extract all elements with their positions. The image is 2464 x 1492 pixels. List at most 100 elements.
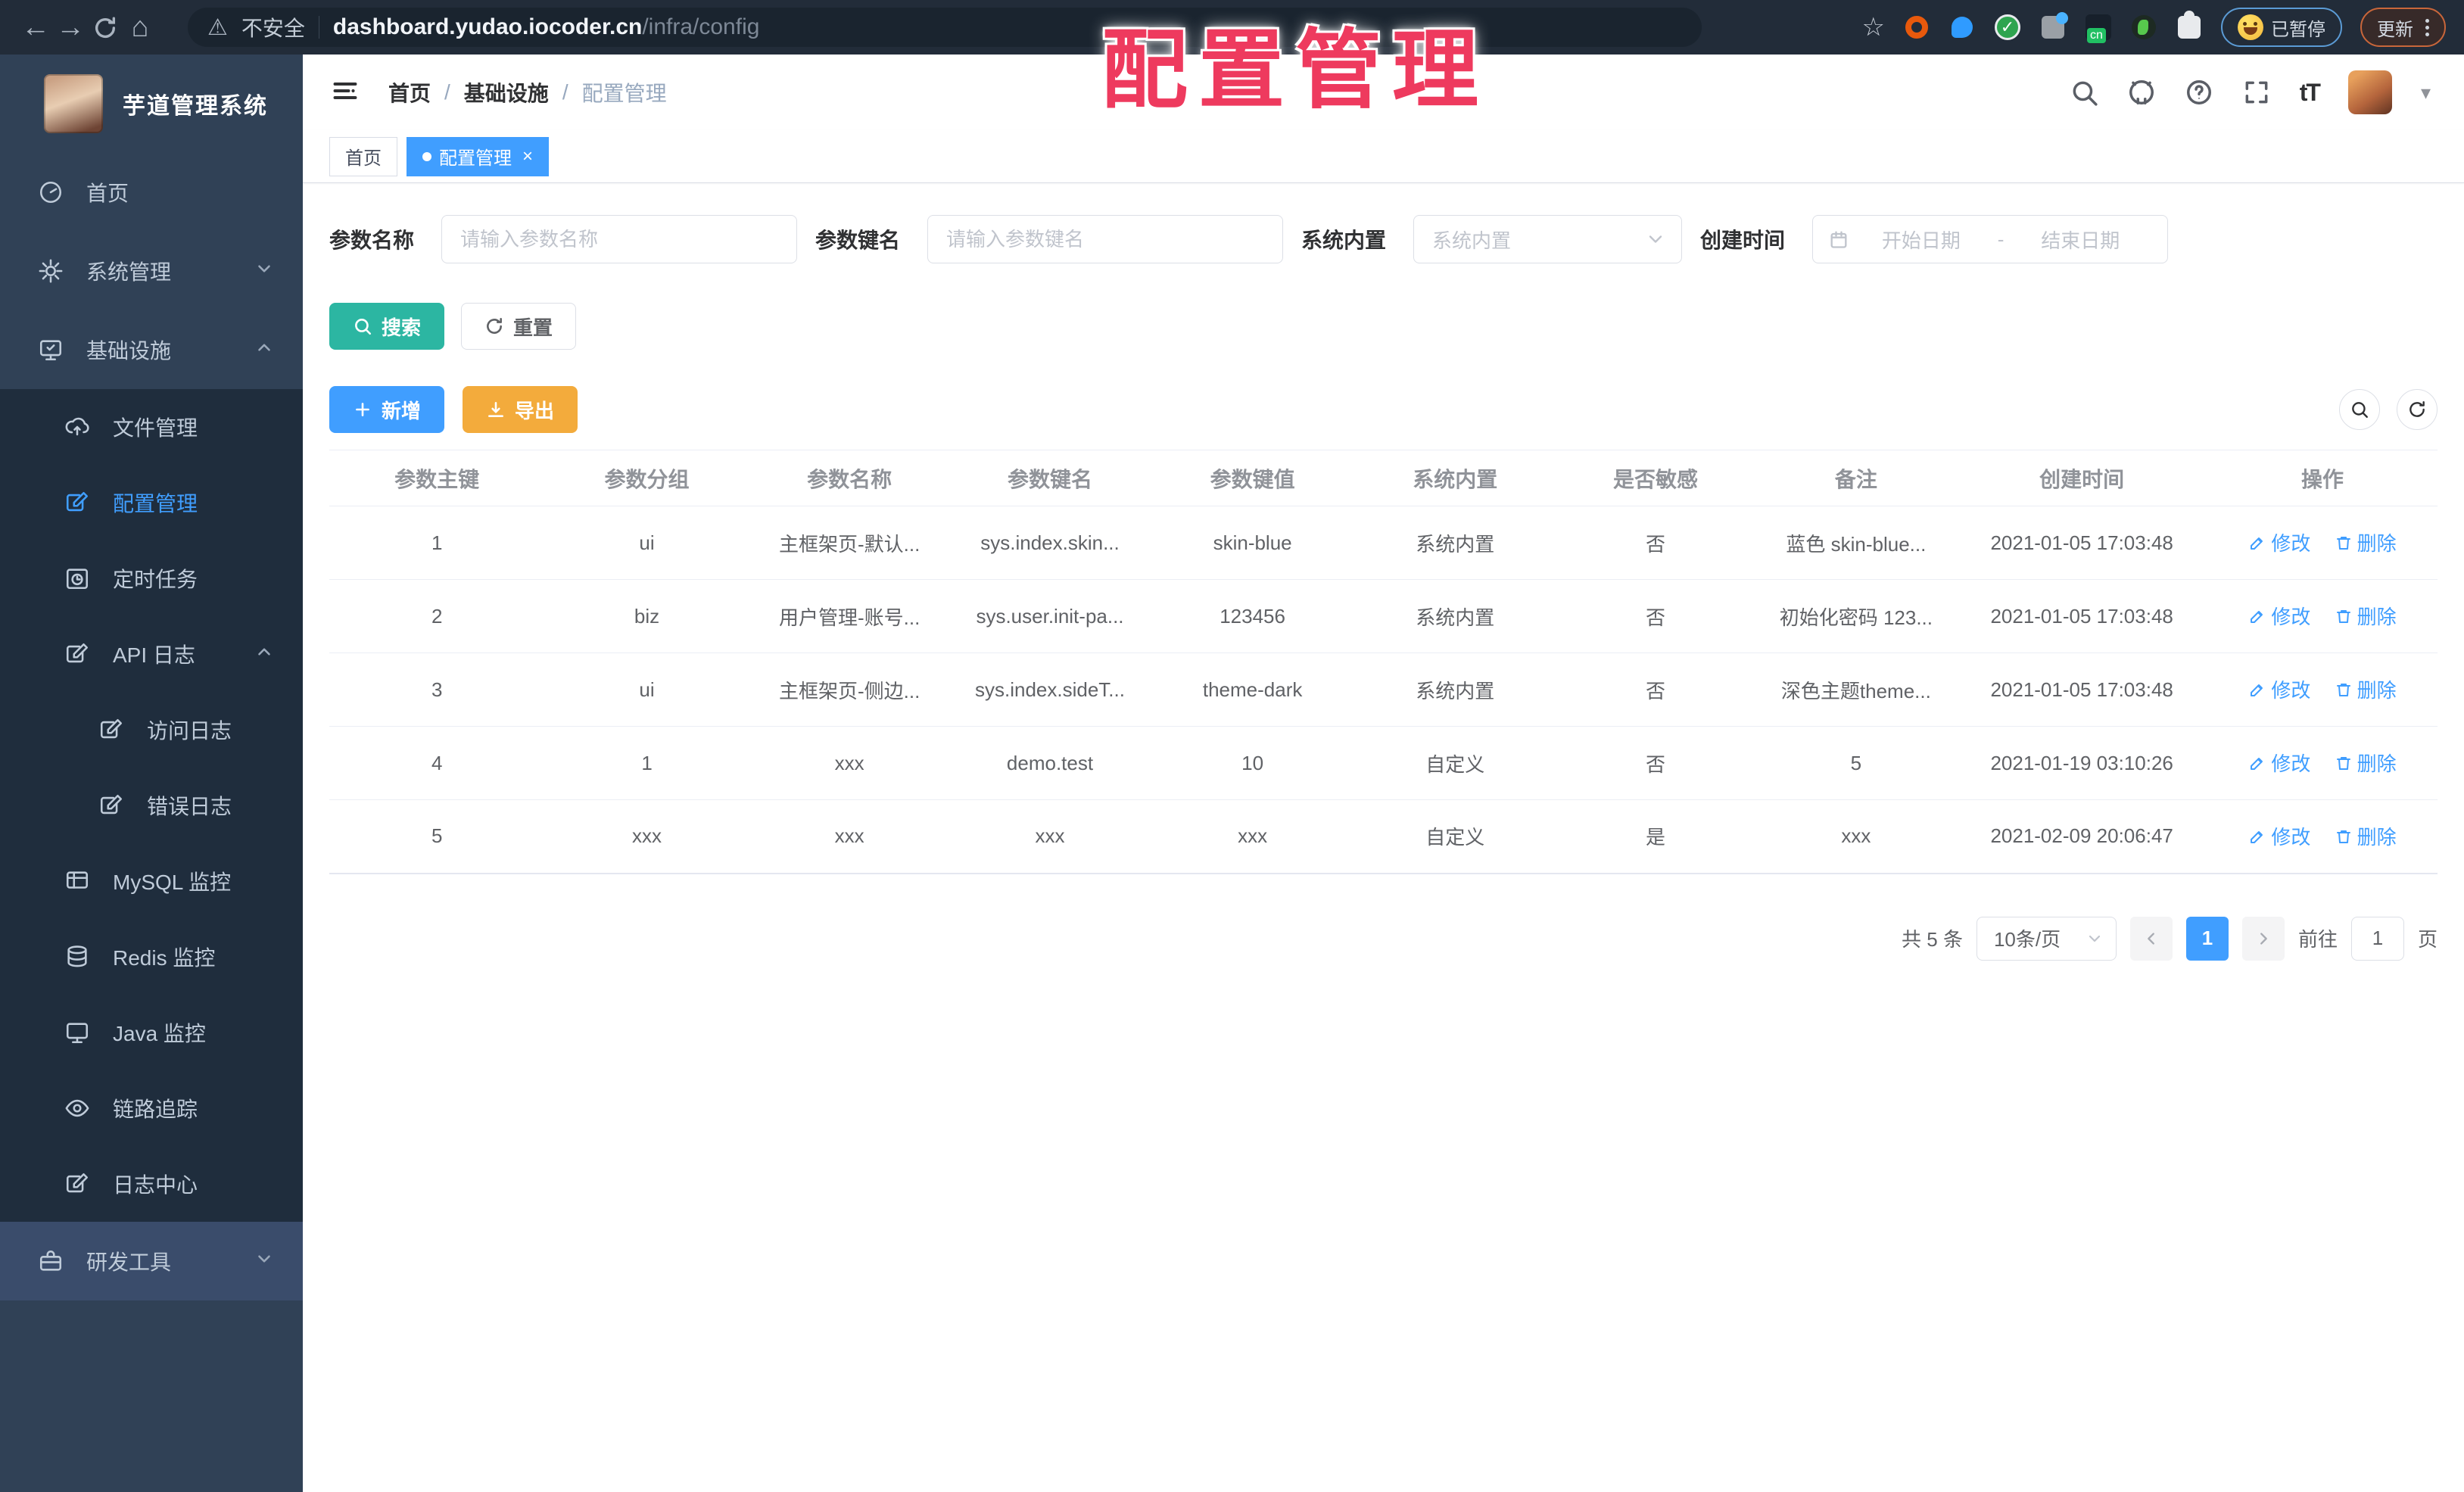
tab-home[interactable]: 首页 (329, 136, 397, 176)
sidebar-item-label: 配置管理 (113, 492, 198, 516)
avatar[interactable] (2347, 70, 2392, 114)
table-grid-icon (64, 868, 90, 894)
extension-cn-icon[interactable] (2085, 14, 2112, 43)
add-button[interactable]: 新增 (329, 386, 445, 433)
back-icon[interactable]: ← (18, 11, 53, 44)
sidebar-item-devtools[interactable]: 研发工具 (0, 1222, 303, 1300)
extension-grid-icon[interactable] (2039, 12, 2068, 41)
cell: 2021-02-09 20:06:47 (1956, 799, 2208, 874)
sidebar-item-files[interactable]: 文件管理 (0, 389, 303, 465)
table-toolbar: 新增 导出 (329, 386, 2438, 433)
cell: sys.index.skin... (949, 506, 1151, 580)
tab-config[interactable]: 配置管理 × (407, 136, 550, 176)
active-dot-icon (422, 151, 431, 161)
paused-label: 已暂停 (2271, 19, 2325, 40)
param-name-input[interactable] (441, 215, 798, 263)
reload-icon[interactable] (88, 11, 123, 44)
sidebar-item-log-center[interactable]: 日志中心 (0, 1146, 303, 1222)
search-icon[interactable] (2070, 78, 2098, 107)
annotation-title-overlay: 配置管理 (1101, 23, 1490, 119)
font-size-icon[interactable]: tT (2300, 79, 2321, 107)
caret-down-icon[interactable]: ▾ (2421, 81, 2431, 104)
add-button-label: 新增 (382, 399, 422, 422)
extension-check-icon[interactable]: ✓ (1994, 14, 2021, 41)
builtin-select[interactable]: 系统内置 (1413, 215, 1683, 263)
sidebar-item-api-log[interactable]: API 日志 (0, 616, 303, 692)
col-header: 参数分组 (544, 450, 749, 506)
page-1-button[interactable]: 1 (2185, 916, 2229, 961)
edit-link[interactable]: 修改 (2248, 602, 2310, 630)
forward-icon[interactable]: → (53, 11, 88, 44)
delete-link[interactable]: 删除 (2335, 822, 2397, 850)
reset-button[interactable]: 重置 (461, 303, 577, 350)
profile-paused-badge[interactable]: 已暂停 (2221, 8, 2342, 47)
sidebar-item-access-log[interactable]: 访问日志 (0, 692, 303, 768)
sidebar-item-error-log[interactable]: 错误日志 (0, 768, 303, 843)
chrome-update-button[interactable]: 更新 (2360, 8, 2446, 47)
toggle-search-button[interactable] (2339, 389, 2380, 430)
extension-leaf-icon[interactable] (2130, 14, 2157, 41)
cell-actions: 修改 删除 (2207, 506, 2438, 580)
bookmark-star-icon[interactable]: ☆ (1862, 12, 1885, 42)
github-icon[interactable] (2127, 78, 2156, 107)
breadcrumb-home[interactable]: 首页 (388, 77, 431, 107)
cell: 2021-01-05 17:03:48 (1956, 506, 2208, 580)
sidebar-item-system[interactable]: 系统管理 (0, 232, 303, 310)
cell: sys.index.sideT... (949, 653, 1151, 727)
sidebar-item-infra[interactable]: 基础设施 (0, 310, 303, 389)
goto-page-input[interactable] (2350, 916, 2404, 961)
update-label: 更新 (2377, 19, 2413, 40)
edit-link[interactable]: 修改 (2248, 749, 2310, 777)
delete-link[interactable]: 删除 (2335, 602, 2397, 630)
edit-square-icon (64, 490, 90, 516)
sidebar-item-config[interactable]: 配置管理 (0, 465, 303, 540)
log-edit-icon (98, 717, 124, 743)
sidebar-item-home[interactable]: 首页 (0, 153, 303, 232)
goto-label: 前往 (2297, 928, 2338, 951)
cell: 初始化密码 123... (1755, 579, 1957, 653)
delete-link[interactable]: 删除 (2335, 675, 2397, 703)
col-header: 创建时间 (1956, 450, 2208, 506)
sidebar-item-trace[interactable]: 链路追踪 (0, 1070, 303, 1146)
sidebar-item-label: 日志中心 (113, 1173, 198, 1197)
sidebar-item-mysql[interactable]: MySQL 监控 (0, 843, 303, 919)
refresh-button[interactable] (2397, 389, 2438, 430)
help-icon[interactable] (2185, 78, 2213, 107)
breadcrumb-section[interactable]: 基础设施 (464, 77, 549, 107)
browser-menu-icon[interactable] (2425, 18, 2429, 36)
page-size-select[interactable]: 10条/页 (1976, 916, 2117, 961)
extension-orange-icon[interactable] (1903, 14, 1930, 41)
edit-link[interactable]: 修改 (2248, 528, 2310, 556)
next-page-button[interactable] (2241, 916, 2285, 961)
delete-link[interactable]: 删除 (2335, 749, 2397, 777)
edit-link[interactable]: 修改 (2248, 675, 2310, 703)
sidebar-item-java[interactable]: Java 监控 (0, 995, 303, 1070)
cell: 1 (329, 506, 545, 580)
sidebar-item-redis[interactable]: Redis 监控 (0, 919, 303, 995)
sidebar-item-jobs[interactable]: 定时任务 (0, 540, 303, 616)
param-name-label: 参数名称 (329, 229, 415, 252)
security-warning-icon[interactable]: ⚠ (207, 14, 228, 41)
search-button[interactable]: 搜索 (329, 303, 445, 350)
date-range-picker[interactable]: 开始日期 - 结束日期 (1812, 215, 2169, 263)
app-logo-row: 芋道管理系统 (0, 55, 303, 153)
extensions-puzzle-icon[interactable] (2176, 11, 2203, 41)
cell: demo.test (949, 726, 1151, 800)
delete-link[interactable]: 删除 (2335, 528, 2397, 556)
home-icon[interactable]: ⌂ (123, 11, 157, 44)
cell: 主框架页-默认... (749, 506, 950, 580)
export-button[interactable]: 导出 (463, 386, 578, 433)
table-row: 2 biz 用户管理-账号... sys.user.init-pa... 123… (329, 579, 2438, 653)
extension-pin-icon[interactable] (1948, 14, 1976, 41)
prev-page-button[interactable] (2129, 916, 2173, 961)
close-icon[interactable]: × (522, 147, 533, 166)
browser-actions: ☆ ✓ 已暂停 更新 (1862, 8, 2446, 47)
fullscreen-icon[interactable] (2242, 78, 2271, 107)
sidebar-item-label: 研发工具 (86, 1251, 172, 1274)
table-row: 4 1 xxx demo.test 10 自定义 否 5 2021-01-19 … (329, 726, 2438, 800)
sidebar-toggle-icon[interactable] (329, 77, 361, 108)
edit-link[interactable]: 修改 (2248, 822, 2310, 850)
chevron-down-icon (254, 259, 274, 284)
table-tools (2339, 389, 2438, 430)
param-key-input[interactable] (927, 215, 1284, 263)
